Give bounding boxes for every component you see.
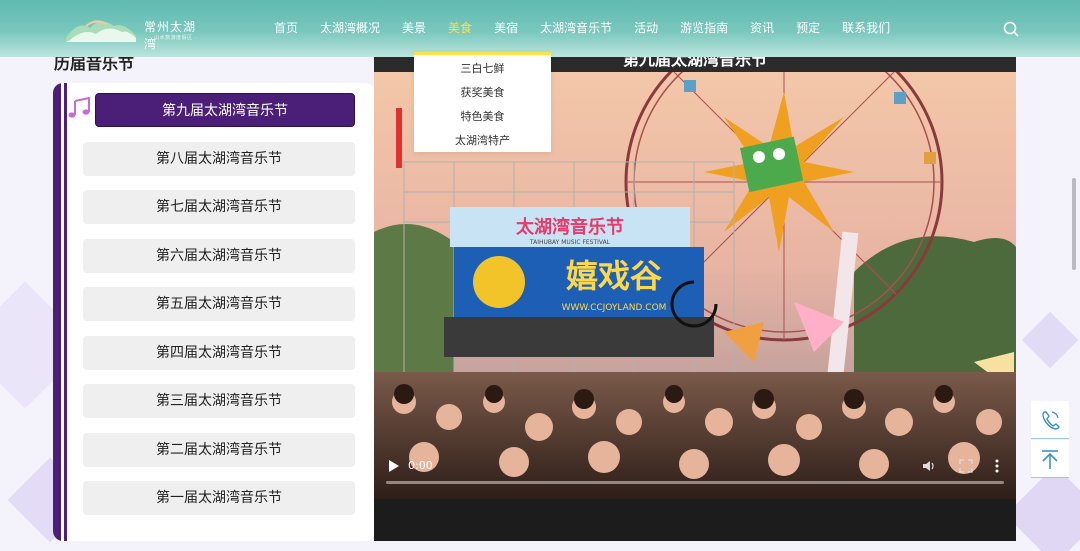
nav-item-scenery[interactable]: 美景: [391, 0, 437, 57]
nav-item-overview[interactable]: 太湖湾概况: [309, 0, 391, 57]
main-nav: 首页 太湖湾概况 美景 美食 美宿 太湖湾音乐节 活动 游览指南 资讯 预定 联…: [263, 0, 901, 57]
dropdown-item-local-specialty[interactable]: 太湖湾特产: [414, 129, 551, 153]
nav-item-events[interactable]: 活动: [623, 0, 669, 57]
panel-accent-line: [64, 83, 67, 541]
stage-url-text: WWW.CCJOYLAND.COM: [562, 303, 667, 313]
food-dropdown-menu: 三白七鲜 获奖美食 特色美食 太湖湾特产: [414, 52, 551, 152]
video-controls: 0:00: [374, 450, 1016, 498]
video-progress-bar[interactable]: [386, 481, 1004, 484]
festival-list-panel: 第九届太湖湾音乐节 第八届太湖湾音乐节 第七届太湖湾音乐节 第六届太湖湾音乐节 …: [53, 83, 375, 541]
nav-item-lodging[interactable]: 美宿: [483, 0, 529, 57]
page-scrollbar[interactable]: [1072, 178, 1076, 270]
dropdown-item-special-food[interactable]: 特色美食: [414, 105, 551, 129]
fullscreen-icon[interactable]: [959, 459, 973, 473]
nav-item-contact[interactable]: 联系我们: [831, 0, 901, 57]
background-decoration: [1005, 465, 1080, 551]
dropdown-item-sanbai-qixian[interactable]: 三白七鲜: [414, 57, 551, 81]
logo-hills-icon: [66, 20, 136, 42]
banner-subtext: TAIHUBAY MUSIC FESTIVAL: [529, 239, 611, 246]
festival-item-7[interactable]: 第七届太湖湾音乐节: [83, 190, 355, 224]
logo-subtitle: · 山水旅游度假区 ·: [150, 35, 197, 41]
festival-list: 第九届太湖湾音乐节 第八届太湖湾音乐节 第七届太湖湾音乐节 第六届太湖湾音乐节 …: [83, 93, 355, 530]
nav-item-music-festival[interactable]: 太湖湾音乐节: [529, 0, 623, 57]
back-to-top-button[interactable]: [1031, 440, 1069, 478]
nav-item-news[interactable]: 资讯: [739, 0, 785, 57]
nav-item-booking[interactable]: 预定: [785, 0, 831, 57]
festival-item-2[interactable]: 第二届太湖湾音乐节: [83, 432, 355, 467]
back-to-top-icon: [1042, 450, 1058, 469]
dropdown-item-award-food[interactable]: 获奖美食: [414, 81, 551, 105]
banner-text: 太湖湾音乐节: [516, 216, 624, 238]
festival-item-8[interactable]: 第八届太湖湾音乐节: [83, 141, 355, 176]
festival-item-6[interactable]: 第六届太湖湾音乐节: [83, 238, 355, 273]
site-logo[interactable]: 常州太湖湾 · 山水旅游度假区 ·: [66, 12, 206, 51]
volume-icon[interactable]: [922, 459, 936, 473]
festival-item-5[interactable]: 第五届太湖湾音乐节: [83, 287, 355, 321]
nav-item-guide[interactable]: 游览指南: [669, 0, 739, 57]
panel-accent-bar: [53, 83, 61, 541]
video-time: 0:00: [408, 459, 433, 472]
play-icon[interactable]: [388, 460, 400, 472]
search-icon[interactable]: [1003, 21, 1019, 37]
phone-contact-button[interactable]: [1031, 401, 1069, 439]
nav-item-food[interactable]: 美食: [437, 0, 483, 57]
festival-item-9[interactable]: 第九届太湖湾音乐节: [95, 93, 355, 127]
festival-item-1[interactable]: 第一届太湖湾音乐节: [83, 481, 355, 515]
festival-item-4[interactable]: 第四届太湖湾音乐节: [83, 335, 355, 370]
phone-icon: [1042, 411, 1060, 430]
more-icon[interactable]: [994, 459, 1000, 473]
video-bottom-bar: [374, 499, 1016, 541]
site-header: 常州太湖湾 · 山水旅游度假区 · 首页 太湖湾概况 美景 美食 美宿 太湖湾音…: [0, 0, 1080, 57]
background-decoration: [1021, 311, 1079, 369]
stage-logo-text: 嬉戏谷: [566, 257, 662, 295]
nav-item-home[interactable]: 首页: [263, 0, 309, 57]
festival-item-3[interactable]: 第三届太湖湾音乐节: [83, 384, 355, 418]
